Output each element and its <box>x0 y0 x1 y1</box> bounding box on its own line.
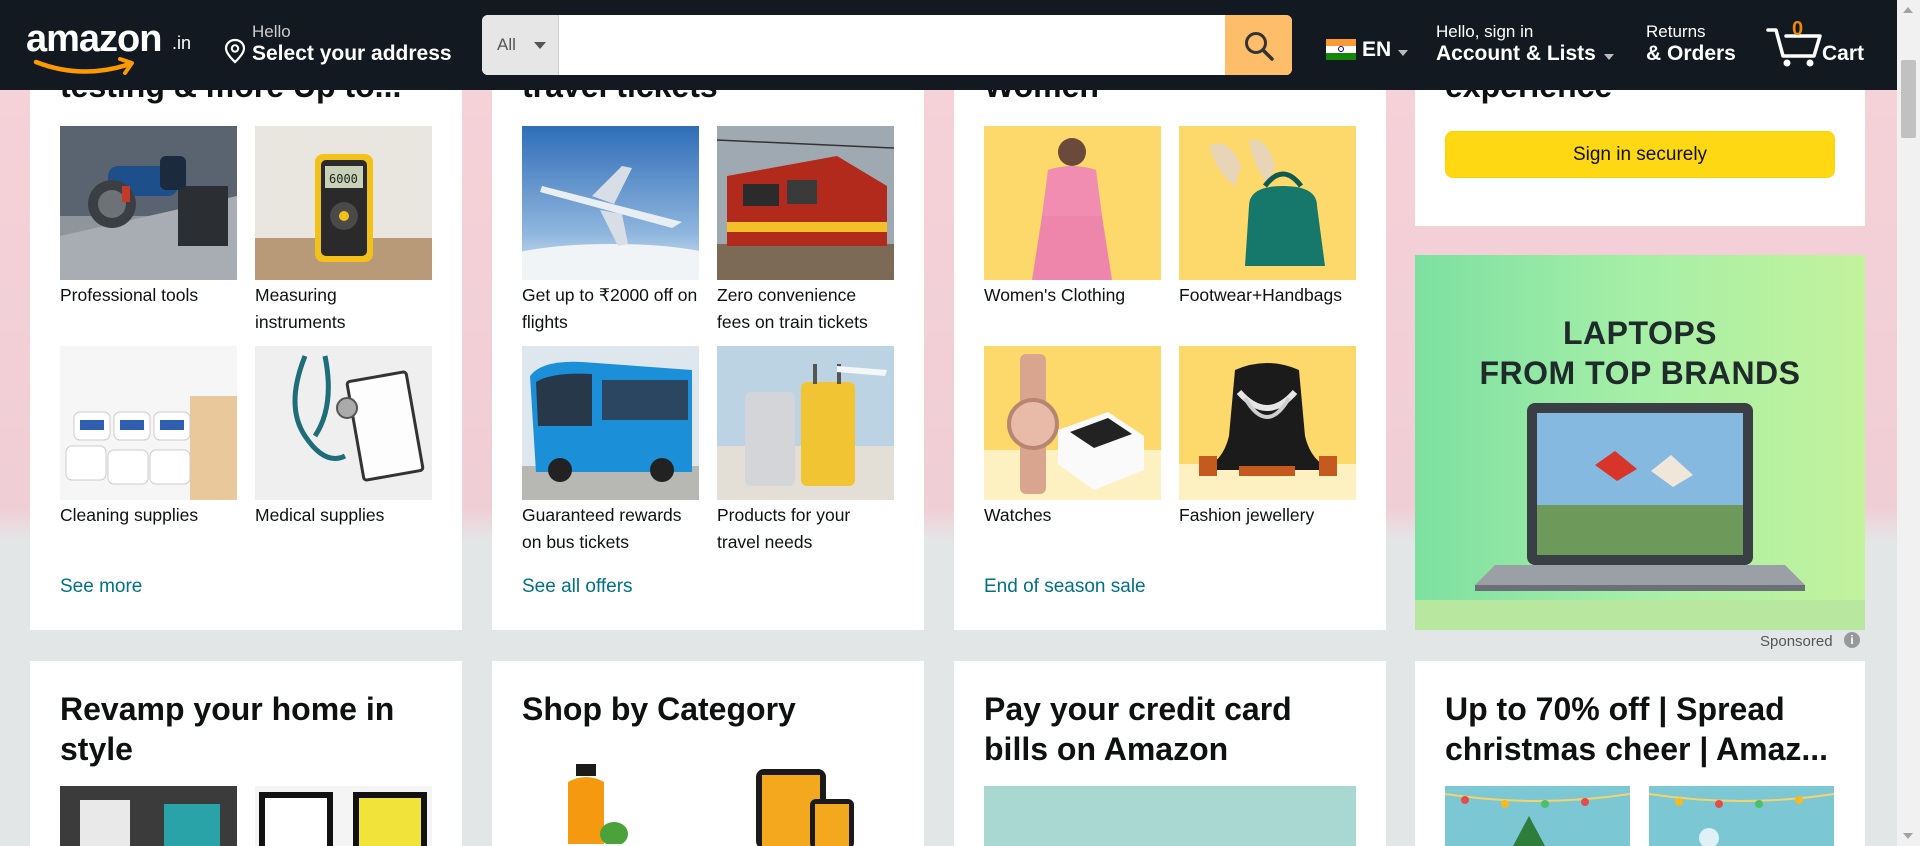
quad-item-label: Professional tools <box>60 285 199 305</box>
scroll-up-arrow-icon[interactable] <box>1903 7 1913 13</box>
chevron-down-icon <box>1604 54 1614 60</box>
search-button[interactable] <box>1225 15 1292 75</box>
see-all-offers-link[interactable]: See all offers <box>522 576 633 598</box>
card-travel-tickets: travel tickets Get up to ₹2000 off on fl… <box>492 40 924 630</box>
scrollbar-thumb[interactable] <box>1901 60 1916 138</box>
grocery-bottle-image[interactable] <box>552 764 632 844</box>
card-credit-card-bills: Pay your credit card bills on Amazon <box>954 661 1386 846</box>
card-home-decor: Revamp your home in style <box>30 661 462 846</box>
info-icon[interactable]: i <box>1844 632 1860 648</box>
svg-text:6000: 6000 <box>329 172 358 186</box>
logo-text: amazon <box>26 18 162 60</box>
train-image <box>717 126 894 280</box>
language-selector[interactable]: EN <box>1326 36 1410 66</box>
address-prompt: Select your address <box>252 42 452 65</box>
quad-item-label: Guaranteed rewards on bus tickets <box>522 505 682 552</box>
smile-arrow-icon <box>33 57 134 75</box>
sponsored-laptop-ad[interactable]: LAPTOPS FROM TOP BRANDS <box>1415 255 1865 630</box>
angle-grinder-image <box>60 126 237 280</box>
wall-posters-image[interactable] <box>255 786 432 846</box>
bus-image <box>522 346 699 500</box>
chevron-down-icon <box>1398 50 1408 56</box>
orders-label: & Orders <box>1646 42 1736 65</box>
search-category-dropdown[interactable]: All <box>482 15 559 75</box>
end-of-season-sale-link[interactable]: End of season sale <box>984 576 1146 598</box>
quad-item[interactable]: Zero convenience fees on train tickets <box>717 126 894 336</box>
delivery-address-selector[interactable]: Hello Select your address <box>222 20 462 72</box>
quad-item-label: Measuring instruments <box>255 285 346 332</box>
search-icon <box>1245 32 1274 61</box>
card-christmas-sale: Up to 70% off | Spread christmas cheer |… <box>1415 661 1865 846</box>
footwear-handbag-image <box>1179 126 1356 280</box>
see-more-link[interactable]: See more <box>60 576 142 598</box>
account-label: Account & Lists <box>1436 42 1596 65</box>
card-title: Revamp your home in style <box>60 691 395 767</box>
airplane-image <box>522 126 699 280</box>
quad-item[interactable]: Watches <box>984 346 1161 529</box>
address-greeting: Hello <box>252 22 291 41</box>
watch-image <box>984 346 1161 500</box>
cart-label: Cart <box>1822 42 1865 65</box>
quad-item-label: Footwear+Handbags <box>1179 285 1342 305</box>
quad-item-label: Get up to ₹2000 off on flights <box>522 285 698 332</box>
amazon-logo[interactable]: amazon .in <box>24 16 204 76</box>
card-professional-tools: testing & more Up to... Professional too… <box>30 40 462 630</box>
scroll-down-arrow-icon[interactable] <box>1903 833 1913 839</box>
card-title: Up to 70% off | Spread christmas cheer |… <box>1445 691 1829 767</box>
quad-item-label: Fashion jewellery <box>1179 505 1315 525</box>
quad-item[interactable]: Products for your travel needs <box>717 346 894 556</box>
cart-count: 0 <box>1792 18 1804 40</box>
account-lists-menu[interactable]: Hello, sign in Account & Lists <box>1436 20 1620 72</box>
quad-item[interactable]: 6000 Measuring instruments <box>255 126 432 336</box>
clothing-image <box>984 126 1161 280</box>
sponsored-label: Sponsored <box>1760 633 1833 650</box>
search-category-label: All <box>497 35 516 54</box>
card-title: Shop by Category <box>522 691 796 727</box>
quad-item-label: Zero convenience fees on train tickets <box>717 285 868 332</box>
search-bar: All <box>482 15 1292 75</box>
chevron-down-icon <box>534 42 546 49</box>
card-shop-by-category: Shop by Category <box>492 661 924 846</box>
christmas-tree-image[interactable] <box>1445 786 1630 846</box>
quad-item[interactable]: Footwear+Handbags <box>1179 126 1356 309</box>
returns-label: Returns <box>1646 22 1706 41</box>
quad-item[interactable]: Get up to ₹2000 off on flights <box>522 126 699 336</box>
card-women-fashion: Women Women's Clothing Footwear+Handbags <box>954 40 1386 630</box>
credit-card-banner-image[interactable] <box>984 786 1356 846</box>
quad-item[interactable]: Professional tools <box>60 126 237 309</box>
quad-item-label: Cleaning supplies <box>60 505 199 525</box>
luggage-image <box>717 346 894 500</box>
sign-in-button[interactable]: Sign in securely <box>1445 131 1835 178</box>
card-title: Pay your credit card bills on Amazon <box>984 691 1292 767</box>
quad-item[interactable]: Fashion jewellery <box>1179 346 1356 529</box>
mobile-devices-image[interactable] <box>754 767 864 846</box>
quad-item[interactable]: Medical supplies <box>255 346 432 529</box>
top-nav-bar: amazon .in Hello Select your address All <box>0 0 1920 90</box>
necklace-image <box>1179 346 1356 500</box>
quad-item[interactable]: Guaranteed rewards on bus tickets <box>522 346 699 556</box>
quad-item-label: Watches <box>984 505 1052 525</box>
christmas-decor-image[interactable] <box>1649 786 1834 846</box>
quad-item-label: Women's Clothing <box>984 285 1126 305</box>
search-input[interactable] <box>560 15 1206 75</box>
cart-button[interactable]: 0 Cart <box>1766 16 1896 76</box>
laptop-image <box>1415 403 1865 630</box>
language-code: EN <box>1362 38 1392 61</box>
account-greeting: Hello, sign in <box>1436 22 1534 41</box>
vertical-scrollbar[interactable] <box>1897 0 1920 846</box>
cushions-image[interactable] <box>60 786 237 846</box>
location-pin-icon <box>224 38 246 64</box>
logo-tld: .in <box>172 33 192 53</box>
quad-item[interactable]: Women's Clothing <box>984 126 1161 309</box>
quad-item-label: Products for your travel needs <box>717 505 851 552</box>
quad-item-label: Medical supplies <box>255 505 385 525</box>
returns-orders-link[interactable]: Returns & Orders <box>1646 20 1756 72</box>
quad-item[interactable]: Cleaning supplies <box>60 346 237 529</box>
multimeter-image: 6000 <box>255 126 432 280</box>
india-flag-icon <box>1326 39 1356 60</box>
stethoscope-image <box>255 346 432 500</box>
tissue-rolls-image <box>60 346 237 500</box>
